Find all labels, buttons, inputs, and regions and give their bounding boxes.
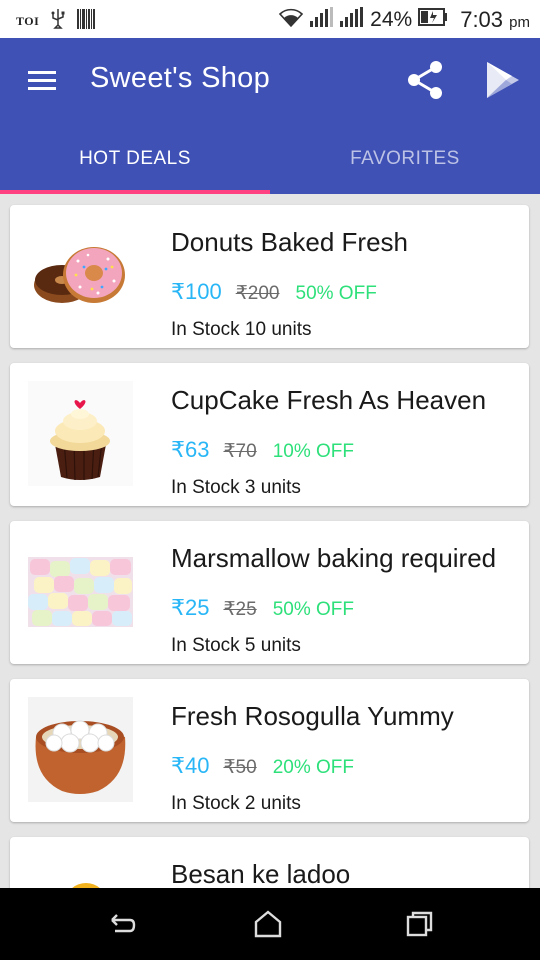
cupcake-image [28,381,133,486]
app-bar: Sweet's Shop HOT DEALS FAVORITES [0,38,540,194]
tab-favorites-label: FAVORITES [350,148,460,169]
product-card[interactable]: Fresh Rosogulla Yummy ₹40 ₹50 20% OFF In… [10,679,529,822]
rosogulla-image [28,697,133,802]
product-stock: In Stock 10 units [171,319,312,340]
menu-icon[interactable] [26,68,58,94]
recent-apps-icon[interactable] [404,910,436,938]
product-price: ₹100 [171,279,222,304]
product-old-price: ₹25 [223,599,257,620]
share-icon[interactable] [404,58,448,102]
price-row: ₹25 ₹25 50% OFF [171,595,354,621]
tab-hot-deals-label: HOT DEALS [79,148,191,169]
product-title: CupCake Fresh As Heaven [171,385,487,415]
product-title: Fresh Rosogulla Yummy [171,701,454,731]
clock-time: 7:03 [460,6,504,32]
product-stock: In Stock 3 units [171,477,301,498]
price-row: ₹40 ₹50 20% OFF [171,753,354,779]
product-card[interactable]: Marsmallow baking required ₹25 ₹25 50% O… [10,521,529,664]
product-card[interactable]: CupCake Fresh As Heaven ₹63 ₹70 10% OFF … [10,363,529,506]
product-old-price: ₹200 [235,283,280,304]
product-discount: 50% OFF [295,283,377,304]
product-title: Marsmallow baking required [171,543,497,573]
signal-icon [340,7,364,32]
status-bar: TOI 24% 7:03 pm [0,0,540,38]
product-stock: In Stock 5 units [171,635,301,656]
product-price: ₹25 [171,595,210,620]
navigation-bar [0,888,540,960]
signal-icon [310,7,334,32]
product-price: ₹40 [171,753,210,778]
product-stock: In Stock 2 units [171,793,301,814]
battery-percent: 24% [370,7,413,31]
product-discount: 10% OFF [272,441,355,462]
play-store-icon[interactable] [482,58,524,102]
status-bar-left: TOI [16,9,96,34]
product-discount: 50% OFF [272,599,355,620]
back-icon[interactable] [106,910,138,938]
tab-bar: HOT DEALS FAVORITES [0,128,540,194]
clock: 7:03 pm [460,7,530,33]
product-title: Besan ke ladoo [171,859,351,888]
price-row: ₹100 ₹200 50% OFF [171,279,377,305]
home-icon[interactable] [252,910,284,938]
ladoo-image [28,855,133,888]
wifi-icon [278,6,304,33]
product-price: ₹63 [171,437,210,462]
status-bar-right: 24% 7:03 pm [278,6,530,33]
clock-ampm: pm [509,13,530,31]
marshmallow-image [28,539,133,644]
tab-hot-deals[interactable]: HOT DEALS [0,128,270,194]
battery-icon [418,8,448,31]
donut-image [28,223,133,328]
barcode-icon [77,9,96,34]
product-old-price: ₹70 [223,441,257,462]
price-row: ₹63 ₹70 10% OFF [171,437,354,463]
page-title: Sweet's Shop [90,62,271,94]
usb-icon [51,9,65,34]
product-title: Donuts Baked Fresh [171,227,409,257]
tab-favorites[interactable]: FAVORITES [270,128,540,194]
product-card[interactable]: Donuts Baked Fresh ₹100 ₹200 50% OFF In … [10,205,529,348]
product-old-price: ₹50 [223,757,257,778]
product-list[interactable]: Donuts Baked Fresh ₹100 ₹200 50% OFF In … [0,194,540,888]
toi-icon: TOI [16,14,40,28]
product-discount: 20% OFF [272,757,355,778]
product-card[interactable]: Besan ke ladoo [10,837,529,888]
